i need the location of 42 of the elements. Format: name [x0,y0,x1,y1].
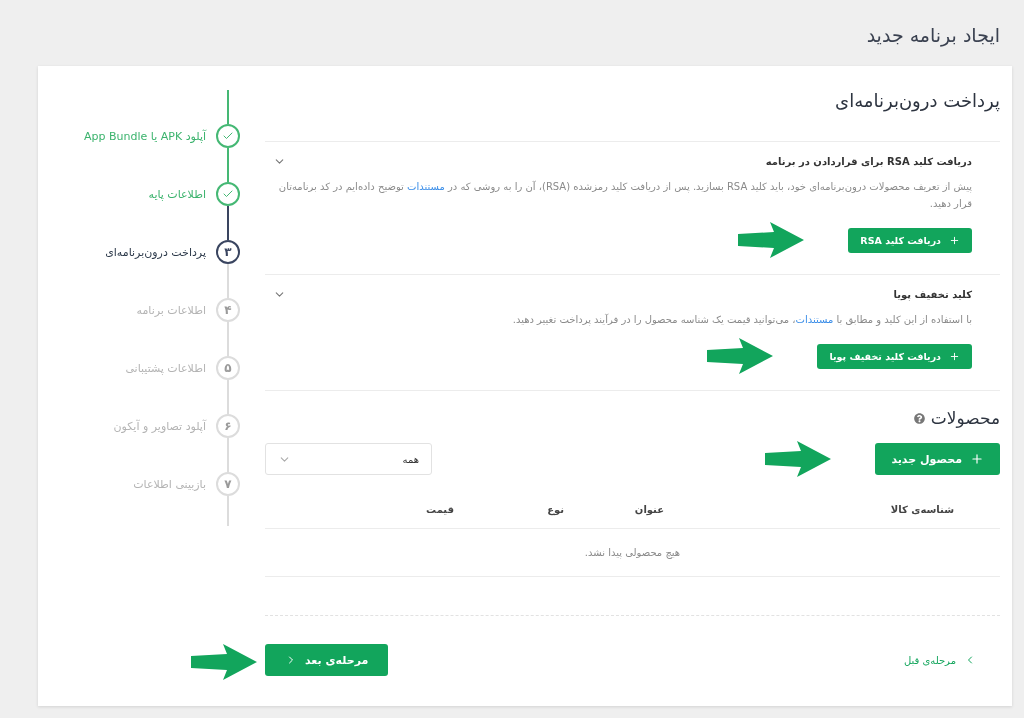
plus-icon [949,234,960,246]
section-heading: پرداخت درون‌برنامه‌ای [834,90,1000,114]
step-label: اطلاعات پشتیبانی [125,361,206,375]
arrow-icon [191,644,257,680]
arrow-icon [738,222,805,258]
new-product-button[interactable]: محصول جدید [875,443,1000,475]
check-icon [222,130,234,142]
section-title: دریافت کلید RSA برای قراردادن در برنامه [765,155,972,167]
step-label: پرداخت درون‌برنامه‌ای [105,245,206,259]
arrow-icon [707,338,774,374]
page-title: ایجاد برنامه جدید [865,24,1000,49]
empty-message: هیچ محصولی پیدا نشد. [584,547,681,558]
check-icon [222,188,234,200]
plus-icon [949,350,960,362]
column-header: قیمت [425,504,454,515]
next-button[interactable]: مرحله‌ی بعد [265,644,389,676]
step-label: اطلاعات پایه [148,187,206,201]
column-header: نوع [546,504,564,515]
column-header: شناسه‌ی کالا [889,504,954,515]
get-key-button[interactable]: دریافت کلید تخفیف پویا [817,343,972,369]
docs-link[interactable]: مستندات [795,314,834,325]
step-label: اطلاعات برنامه [136,303,206,317]
filter-select[interactable]: همه [265,443,432,475]
section-description: پیش از تعریف محصولات درون‌برنامه‌ای خود، باید کلید RSA بسازید. پس از دریافت کلید رمزشده (RSA)، آن را به روشی که در مستندات توضیح داده‌ایم در کد برنامه‌تان قرار دهید. [277,179,972,211]
step-circle: ۴ [216,298,240,322]
section-description: با استفاده از این کلید و مطابق با مستندات، می‌توانید قیمت یک شناسه محصول را در فرآیند پرداخت تغییر دهید. [511,312,972,328]
section-title: کلید تخفیف پویا [893,288,972,300]
column-header: عنوان [633,504,664,515]
step-circle: ۵ [216,356,240,380]
previous-link[interactable]: مرحله‌ی قبل [903,654,976,666]
get-key-button[interactable]: دریافت کلید RSA [848,227,972,253]
products-title: محصولات [930,408,1000,428]
step-label: بازبینی اطلاعات [133,477,206,491]
step-circle: ۳ [216,240,240,264]
arrow-icon [765,441,832,477]
step-circle: ۷ [216,472,240,496]
step-label: آپلود APK یا App Bundle [84,129,206,143]
step-circle: ۶ [216,414,240,438]
help-icon[interactable] [913,412,925,424]
plus-icon [970,452,984,466]
docs-link[interactable]: مستندات [407,181,445,192]
step-label: آپلود تصاویر و آیکون [113,419,206,433]
